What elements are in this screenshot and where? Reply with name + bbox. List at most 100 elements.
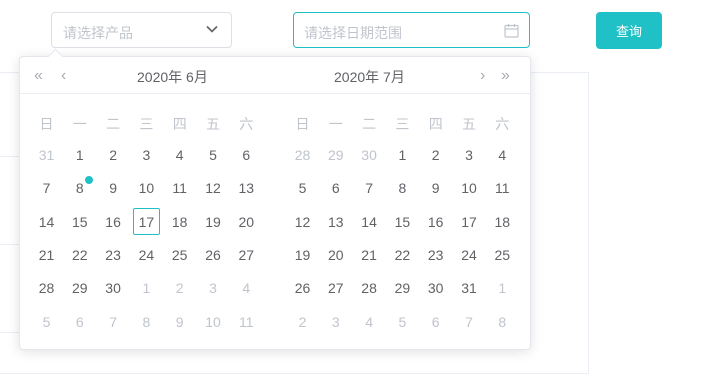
- day-cell[interactable]: 3: [319, 307, 352, 337]
- day-cell[interactable]: 17: [453, 207, 486, 237]
- prev-year-icon[interactable]: «: [34, 67, 43, 85]
- day-cell[interactable]: 13: [230, 173, 263, 203]
- day-cell[interactable]: 14: [353, 207, 386, 237]
- day-cell[interactable]: 6: [419, 307, 452, 337]
- next-year-icon[interactable]: »: [501, 67, 510, 85]
- day-cell[interactable]: 29: [386, 273, 419, 303]
- day-cell[interactable]: 29: [63, 273, 96, 303]
- day-cell[interactable]: 7: [353, 173, 386, 203]
- product-select[interactable]: 请选择产品: [51, 12, 232, 48]
- day-cell[interactable]: 26: [197, 240, 230, 270]
- day-cell[interactable]: 6: [319, 173, 352, 203]
- day-cell[interactable]: 28: [30, 273, 63, 303]
- day-cell[interactable]: 31: [30, 140, 63, 170]
- day-cell[interactable]: 4: [486, 140, 519, 170]
- next-month-icon[interactable]: ›: [480, 67, 485, 85]
- day-cell[interactable]: 13: [319, 207, 352, 237]
- day-cell[interactable]: 18: [486, 207, 519, 237]
- day-cell[interactable]: 9: [419, 173, 452, 203]
- day-cell[interactable]: 28: [286, 140, 319, 170]
- day-cell[interactable]: 21: [353, 240, 386, 270]
- day-cell[interactable]: 5: [30, 307, 63, 337]
- day-cell[interactable]: 18: [163, 207, 196, 237]
- day-cell[interactable]: 9: [163, 307, 196, 337]
- day-cell[interactable]: 17: [130, 207, 163, 237]
- day-cell[interactable]: 5: [386, 307, 419, 337]
- day-cell[interactable]: 25: [486, 240, 519, 270]
- day-cell[interactable]: 27: [319, 273, 352, 303]
- day-cell[interactable]: 10: [197, 307, 230, 337]
- day-cell[interactable]: 22: [63, 240, 96, 270]
- day-cell[interactable]: 6: [63, 307, 96, 337]
- weekday-label: 三: [139, 116, 154, 132]
- day-cell[interactable]: 11: [230, 307, 263, 337]
- day-cell[interactable]: 7: [453, 307, 486, 337]
- left-month-title: 2020年 6月: [137, 69, 208, 85]
- day-cell[interactable]: 1: [130, 273, 163, 303]
- day-cell[interactable]: 2: [286, 307, 319, 337]
- day-cell[interactable]: 19: [197, 207, 230, 237]
- day-cell[interactable]: 9: [97, 173, 130, 203]
- day-cell[interactable]: 16: [97, 207, 130, 237]
- weekday-label: 一: [328, 116, 343, 132]
- day-cell[interactable]: 1: [486, 273, 519, 303]
- day-cell[interactable]: 27: [230, 240, 263, 270]
- day-cell[interactable]: 30: [353, 140, 386, 170]
- date-range-input[interactable]: 请选择日期范围: [293, 12, 530, 48]
- day-cell[interactable]: 4: [230, 273, 263, 303]
- day-cell[interactable]: 5: [197, 140, 230, 170]
- day-cell[interactable]: 23: [419, 240, 452, 270]
- day-cell[interactable]: 19: [286, 240, 319, 270]
- day-cell[interactable]: 20: [319, 240, 352, 270]
- day-cell[interactable]: 4: [353, 307, 386, 337]
- day-cell[interactable]: 29: [319, 140, 352, 170]
- day-cell[interactable]: 14: [30, 207, 63, 237]
- prev-month-icon[interactable]: ‹: [61, 67, 66, 85]
- day-cell[interactable]: 7: [97, 307, 130, 337]
- day-cell[interactable]: 30: [419, 273, 452, 303]
- day-cell[interactable]: 15: [63, 207, 96, 237]
- weekday-label: 四: [428, 116, 443, 132]
- day-cell[interactable]: 12: [286, 207, 319, 237]
- day-cell[interactable]: 6: [230, 140, 263, 170]
- day-cell[interactable]: 12: [197, 173, 230, 203]
- day-cell[interactable]: 24: [453, 240, 486, 270]
- day-cell[interactable]: 28: [353, 273, 386, 303]
- chevron-down-icon: [206, 25, 218, 33]
- day-cell[interactable]: 3: [453, 140, 486, 170]
- day-cell[interactable]: 31: [453, 273, 486, 303]
- day-cell[interactable]: 10: [453, 173, 486, 203]
- day-cell[interactable]: 20: [230, 207, 263, 237]
- day-cell[interactable]: 2: [163, 273, 196, 303]
- weekday-label: 六: [239, 116, 254, 132]
- day-cell[interactable]: 2: [419, 140, 452, 170]
- day-cell[interactable]: 8: [130, 307, 163, 337]
- day-cell[interactable]: 25: [163, 240, 196, 270]
- day-cell[interactable]: 22: [386, 240, 419, 270]
- day-cell[interactable]: 8: [486, 307, 519, 337]
- day-cell[interactable]: 23: [97, 240, 130, 270]
- day-cell[interactable]: 5: [286, 173, 319, 203]
- day-cell[interactable]: 24: [130, 240, 163, 270]
- day-cell[interactable]: 8: [386, 173, 419, 203]
- day-cell[interactable]: 26: [286, 273, 319, 303]
- day-cell[interactable]: 11: [163, 173, 196, 203]
- day-cell[interactable]: 15: [386, 207, 419, 237]
- day-cell[interactable]: 11: [486, 173, 519, 203]
- day-cell[interactable]: 7: [30, 173, 63, 203]
- day-cell[interactable]: 2: [97, 140, 130, 170]
- day-cell[interactable]: 30: [97, 273, 130, 303]
- product-select-placeholder: 请选择产品: [63, 25, 133, 41]
- day-cell[interactable]: 4: [163, 140, 196, 170]
- header-divider: [20, 93, 530, 94]
- day-cell[interactable]: 21: [30, 240, 63, 270]
- weekday-label: 日: [295, 116, 310, 132]
- day-cell[interactable]: 3: [197, 273, 230, 303]
- weekday-label: 四: [172, 116, 187, 132]
- query-button[interactable]: 查询: [596, 12, 662, 49]
- day-cell[interactable]: 10: [130, 173, 163, 203]
- day-cell[interactable]: 3: [130, 140, 163, 170]
- day-cell[interactable]: 1: [386, 140, 419, 170]
- day-cell[interactable]: 16: [419, 207, 452, 237]
- day-cell[interactable]: 1: [63, 140, 96, 170]
